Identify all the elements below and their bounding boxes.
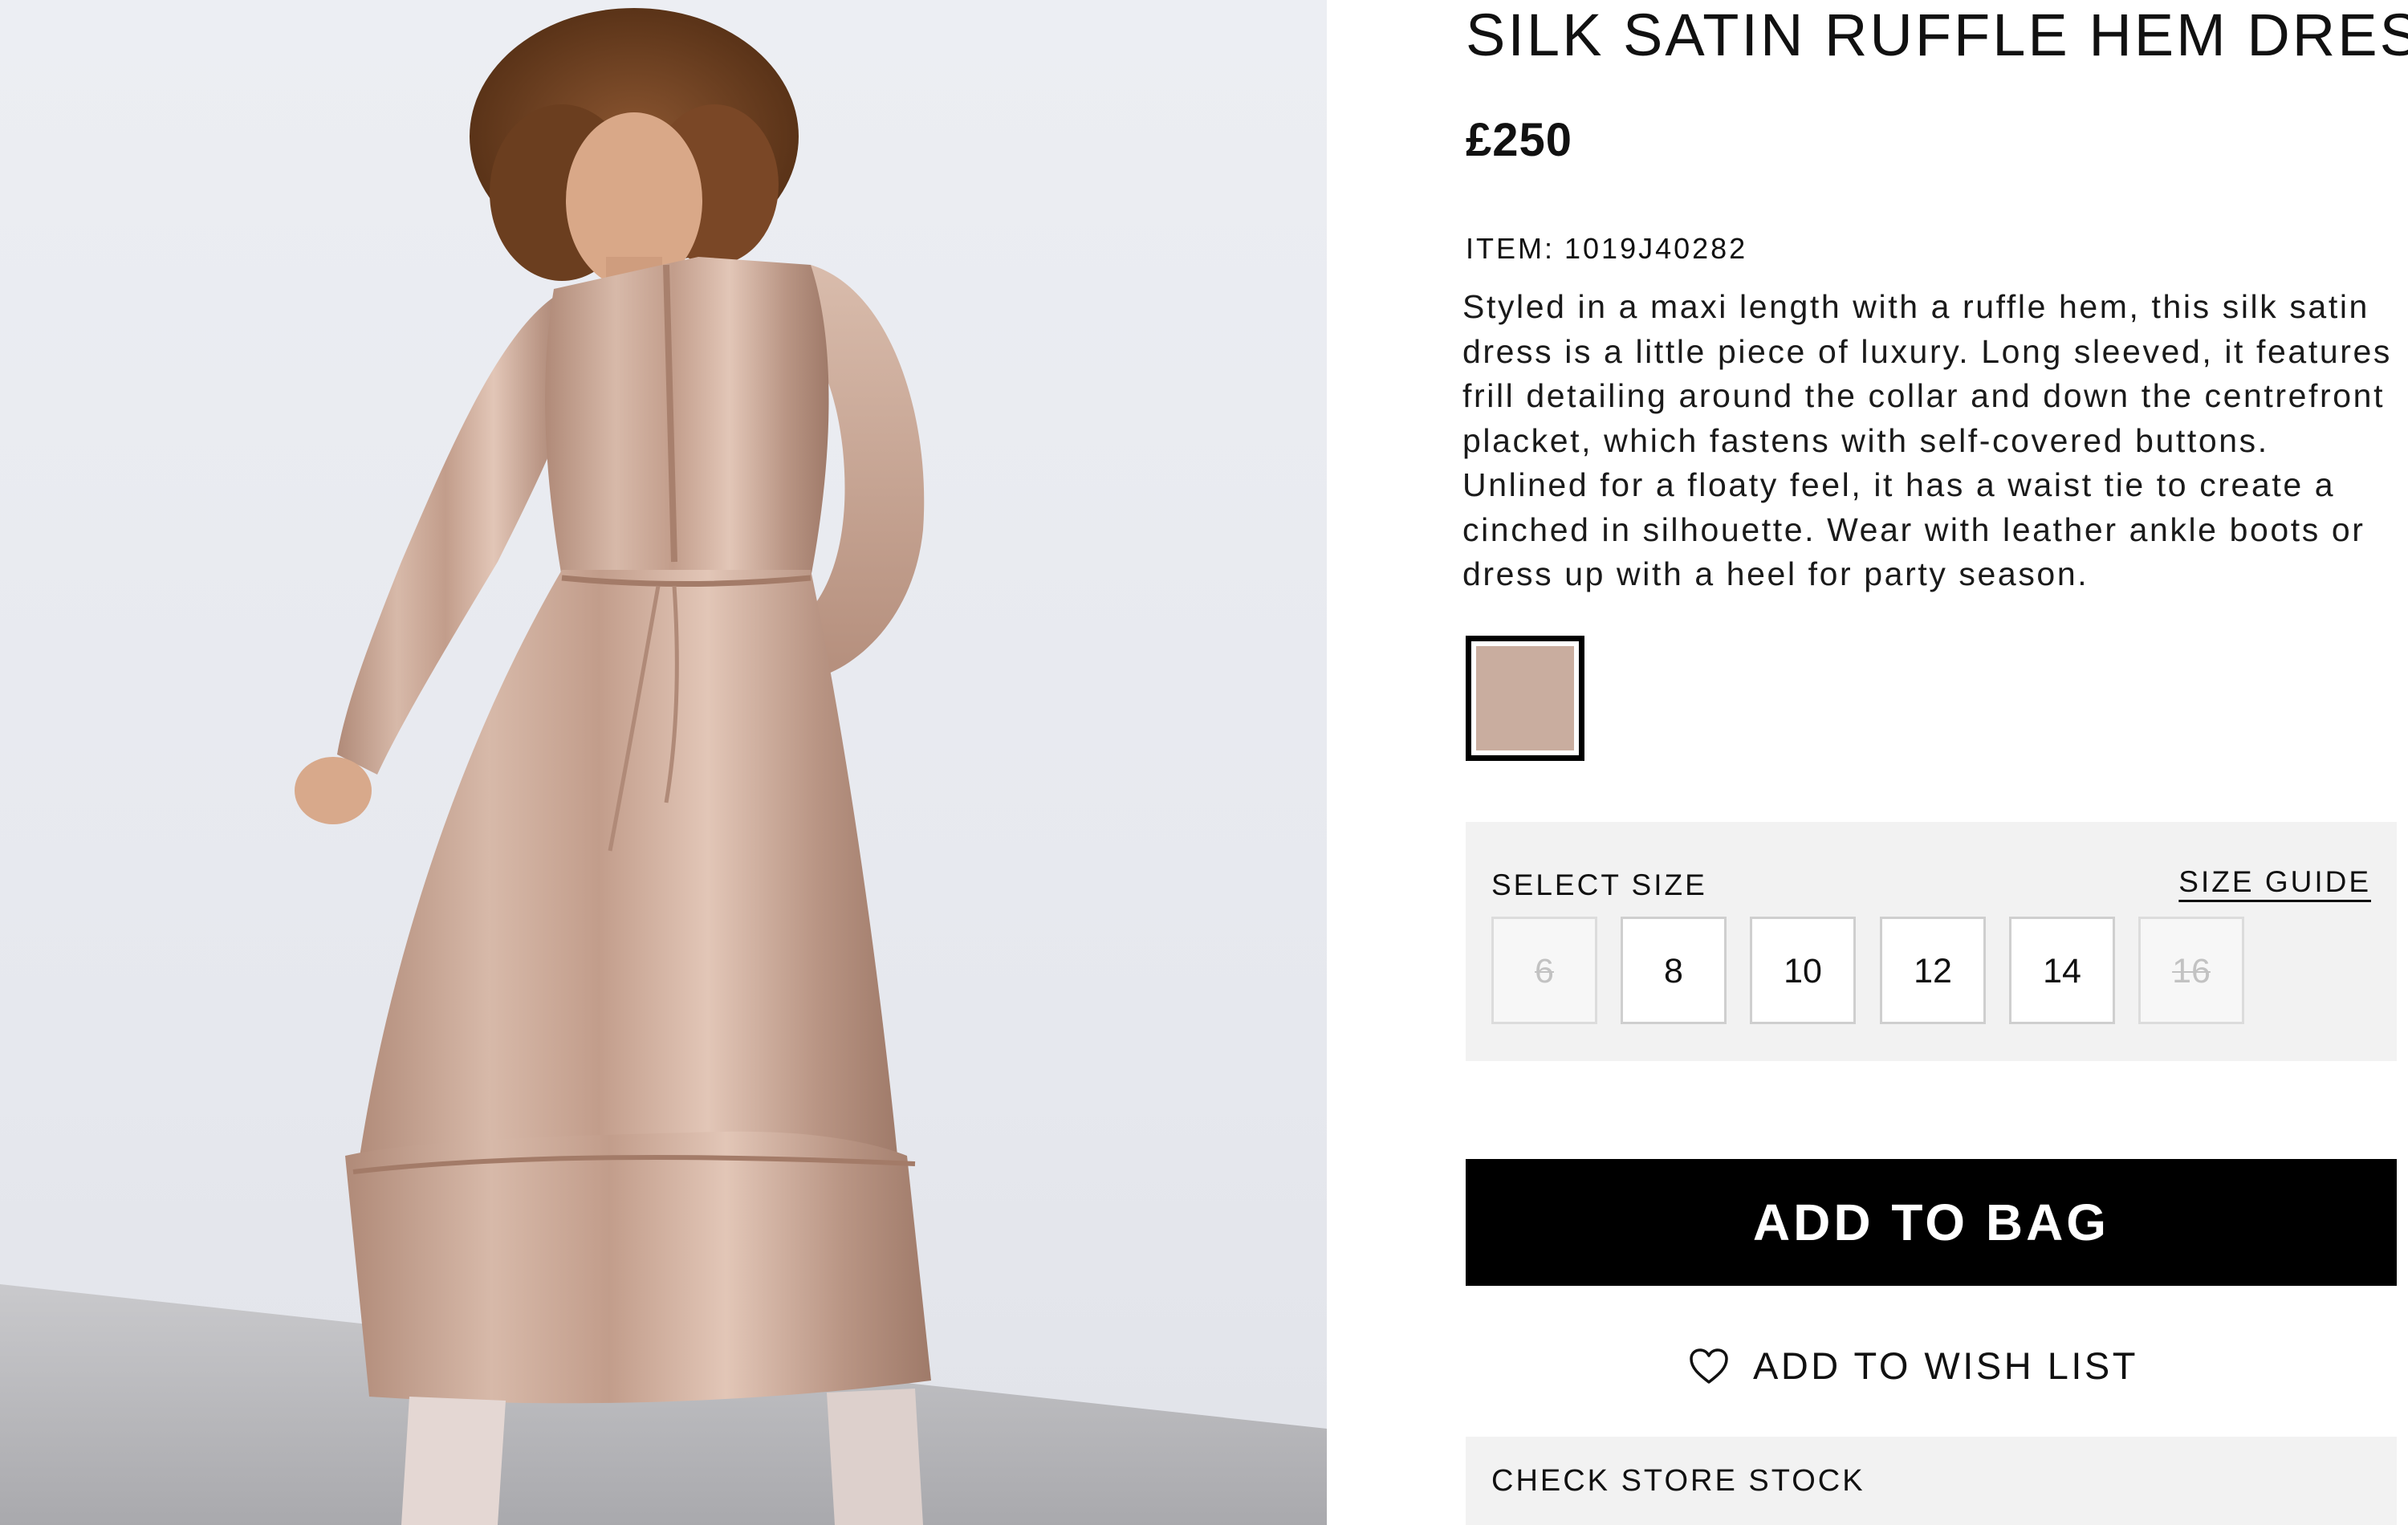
model-in-dress-photo [0, 8, 1327, 1525]
colour-swatch-selected[interactable] [1466, 636, 1584, 761]
wish-list-label: ADD TO WISH LIST [1753, 1344, 2138, 1387]
add-to-wish-list-button[interactable]: ADD TO WISH LIST [1466, 1337, 2397, 1395]
check-store-stock-button[interactable]: CHECK STORE STOCK [1466, 1437, 2397, 1525]
size-option-14[interactable]: 14 [2009, 917, 2115, 1024]
product-price: £250 [1466, 114, 1573, 166]
add-to-bag-button[interactable]: ADD TO BAG [1466, 1159, 2397, 1286]
heart-outline-icon [1690, 1348, 1728, 1384]
product-page: SILK SATIN RUFFLE HEM DRESS £250 ITEM: 10… [0, 0, 2408, 1525]
select-size-label: SELECT SIZE [1491, 868, 1707, 901]
colour-swatch-fill [1476, 646, 1574, 750]
check-store-stock-label: CHECK STORE STOCK [1491, 1464, 1865, 1498]
size-selector: SELECT SIZE SIZE GUIDE 6 8 10 12 14 16 [1466, 822, 2397, 1061]
size-option-6[interactable]: 6 [1491, 917, 1597, 1024]
size-option-12[interactable]: 12 [1880, 917, 1986, 1024]
size-guide-link[interactable]: SIZE GUIDE [2178, 864, 2371, 901]
product-image [0, 0, 1327, 1525]
item-number-label: ITEM: [1466, 232, 1555, 265]
size-option-10[interactable]: 10 [1750, 917, 1856, 1024]
product-info: SILK SATIN RUFFLE HEM DRESS £250 ITEM: 10… [1462, 0, 2408, 1525]
size-option-16[interactable]: 16 [2138, 917, 2244, 1024]
size-option-8[interactable]: 8 [1621, 917, 1727, 1024]
product-description: Styled in a maxi length with a ruffle he… [1462, 288, 2392, 592]
item-number: ITEM: 1019J40282 [1466, 230, 1747, 267]
item-number-value: 1019J40282 [1564, 232, 1748, 265]
product-title: SILK SATIN RUFFLE HEM DRESS [1466, 2, 2408, 68]
